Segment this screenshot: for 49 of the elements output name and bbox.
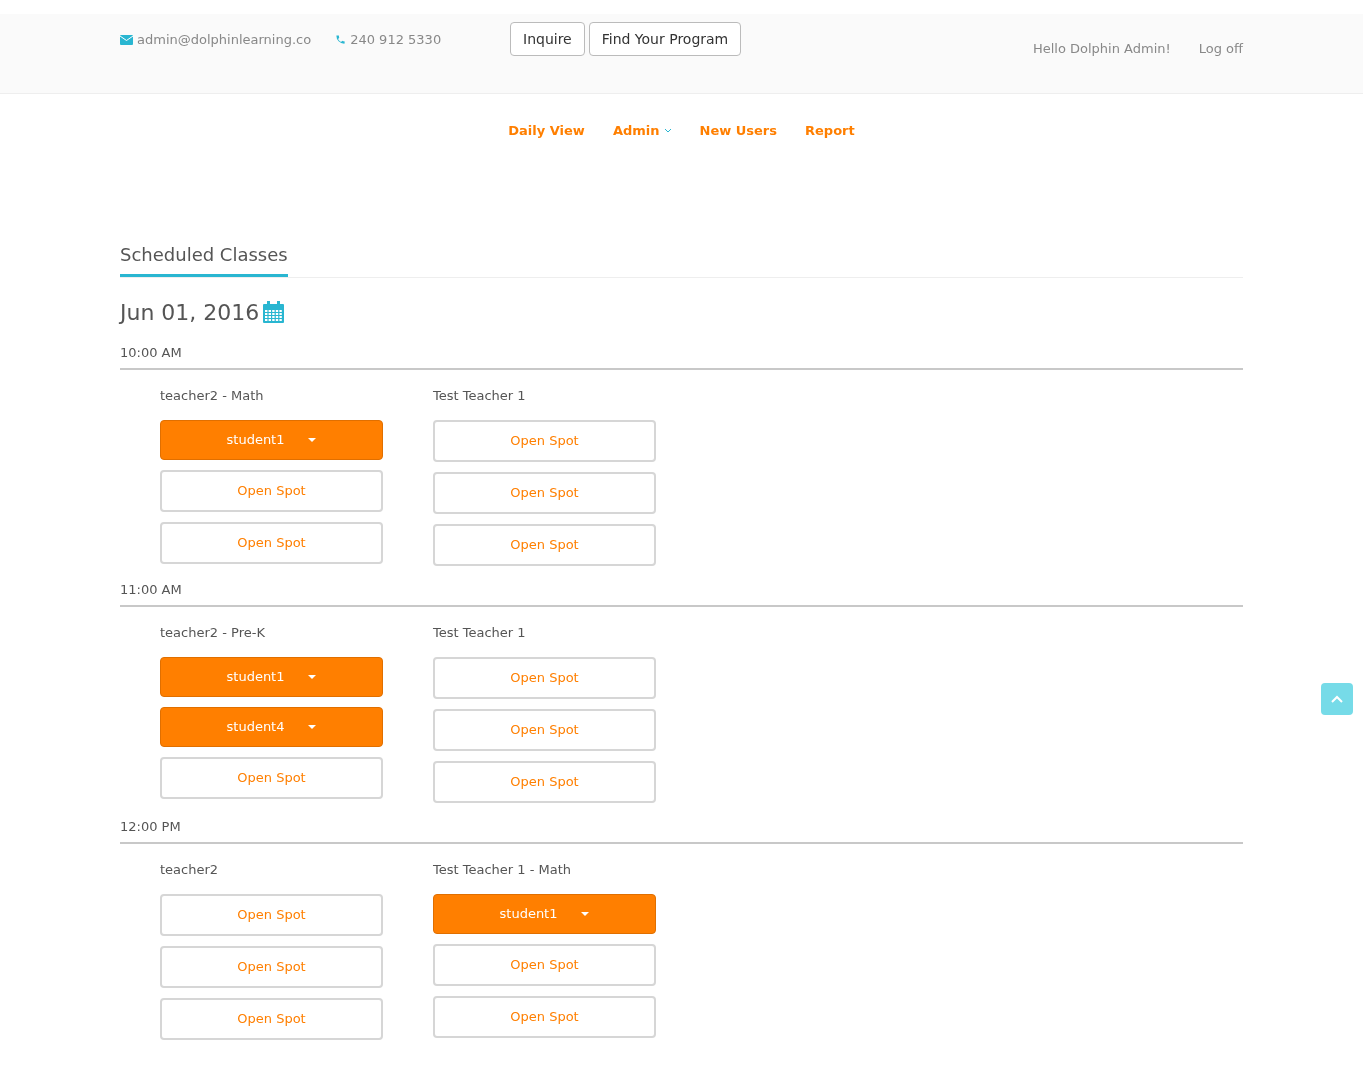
time-label: 11:00 AM — [120, 579, 1243, 607]
nav-link[interactable]: Admin — [612, 121, 672, 141]
time-label: 10:00 AM — [120, 342, 1243, 370]
caret-icon — [308, 437, 317, 442]
envelope-icon — [120, 34, 133, 45]
open-spot-button[interactable]: Open Spot — [433, 943, 656, 986]
open-spot-button[interactable]: Open Spot — [433, 995, 656, 1038]
student-dropdown-button[interactable]: student1 — [160, 656, 383, 697]
student-dropdown-button[interactable]: student4 — [160, 706, 383, 747]
teacher-label: Test Teacher 1 — [433, 624, 527, 642]
date-heading: Jun 01, 2016 — [120, 298, 260, 327]
teacher-label: teacher2 — [160, 861, 220, 879]
open-spot-button[interactable]: Open Spot — [433, 656, 656, 699]
time-label: 12:00 PM — [120, 816, 1243, 844]
caret-icon — [581, 911, 590, 916]
teacher-label: Test Teacher 1 - Math — [433, 861, 573, 879]
email-link[interactable]: admin@dolphinlearning.co — [137, 30, 312, 50]
nav-link[interactable]: Report — [805, 121, 855, 141]
open-spot-button[interactable]: Open Spot — [160, 893, 383, 936]
chevron-down-icon — [663, 128, 672, 134]
phone-number: 240 912 5330 — [350, 31, 442, 49]
section-title: Scheduled Classes — [120, 240, 288, 277]
scroll-to-top-button[interactable] — [1321, 683, 1353, 715]
teacher-label: teacher2 - Math — [160, 387, 265, 405]
open-spot-button[interactable]: Open Spot — [433, 471, 656, 514]
open-spot-button[interactable]: Open Spot — [160, 997, 383, 1040]
chevron-up-icon — [1331, 695, 1343, 703]
logoff-link[interactable]: Log off — [1198, 39, 1243, 59]
caret-icon — [308, 724, 317, 729]
open-spot-button[interactable]: Open Spot — [160, 945, 383, 988]
header-button[interactable]: Find Your Program — [588, 22, 742, 56]
student-dropdown-button[interactable]: student1 — [433, 893, 656, 934]
open-spot-button[interactable]: Open Spot — [433, 760, 656, 803]
open-spot-button[interactable]: Open Spot — [160, 469, 383, 512]
nav-link[interactable]: New Users — [699, 121, 777, 141]
phone-icon — [335, 34, 347, 46]
student-dropdown-button[interactable]: student1 — [160, 419, 383, 460]
header-button[interactable]: Inquire — [510, 22, 585, 56]
open-spot-button[interactable]: Open Spot — [433, 523, 656, 566]
open-spot-button[interactable]: Open Spot — [433, 708, 656, 751]
calendar-icon[interactable] — [263, 301, 285, 323]
nav-link[interactable]: Daily View — [508, 121, 585, 141]
open-spot-button[interactable]: Open Spot — [160, 756, 383, 799]
greeting-text: Hello Dolphin Admin! — [1032, 40, 1171, 58]
teacher-label: teacher2 - Pre-K — [160, 624, 266, 642]
caret-icon — [308, 674, 317, 679]
open-spot-button[interactable]: Open Spot — [160, 521, 383, 564]
teacher-label: Test Teacher 1 — [433, 387, 527, 405]
open-spot-button[interactable]: Open Spot — [433, 419, 656, 462]
